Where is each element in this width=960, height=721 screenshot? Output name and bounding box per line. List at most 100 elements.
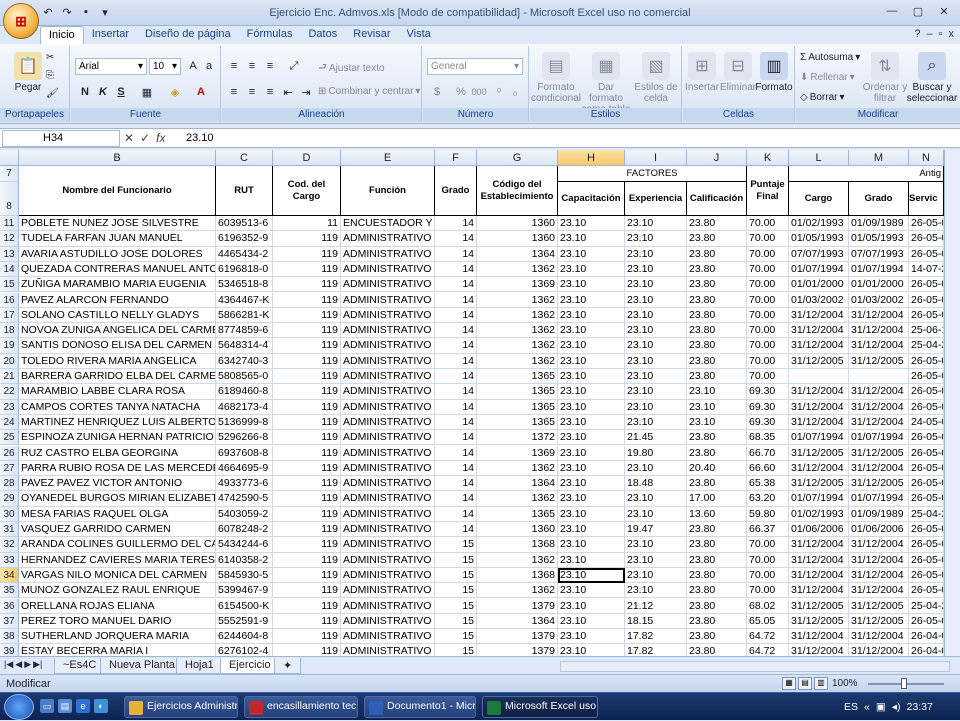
table-cell[interactable]: 23.10 bbox=[558, 445, 625, 461]
table-cell[interactable]: 4465434-2 bbox=[216, 246, 273, 262]
table-cell[interactable]: 23.10 bbox=[558, 644, 625, 656]
table-cell[interactable]: 6244604-8 bbox=[216, 629, 273, 645]
table-cell[interactable]: 119 bbox=[273, 567, 341, 584]
table-cell[interactable]: 23.10 bbox=[625, 323, 687, 339]
table-cell[interactable]: 23.80 bbox=[687, 216, 747, 232]
table-cell[interactable]: 26-05-00 bbox=[909, 277, 944, 293]
table-cell[interactable]: 70.00 bbox=[747, 583, 789, 599]
select-all-corner[interactable] bbox=[0, 150, 19, 166]
table-cell[interactable]: ADMINISTRATIVO bbox=[341, 537, 435, 553]
table-cell[interactable]: 31/12/2004 bbox=[849, 414, 909, 431]
table-cell[interactable]: 70.00 bbox=[747, 231, 789, 247]
table-cell[interactable]: 23.80 bbox=[687, 338, 747, 354]
table-cell[interactable]: 23.10 bbox=[687, 384, 747, 400]
sheet-tab-1[interactable]: Nueva Planta bbox=[100, 658, 185, 674]
table-cell[interactable]: 23.10 bbox=[558, 552, 625, 568]
table-cell[interactable]: 5136999-8 bbox=[216, 414, 273, 431]
table-cell[interactable]: NOVOA ZUNIGA ANGELICA DEL CARMEN bbox=[19, 323, 216, 339]
row-header[interactable]: 19 bbox=[0, 338, 19, 354]
maximize-button[interactable]: ▢ bbox=[906, 3, 930, 19]
table-cell[interactable]: 18.48 bbox=[625, 476, 687, 492]
table-cell[interactable]: 15 bbox=[435, 598, 477, 614]
table-cell[interactable]: ESTAY BECERRA MARIA I bbox=[19, 644, 216, 656]
grow-font-icon[interactable]: A bbox=[185, 58, 201, 74]
table-cell[interactable]: 1362 bbox=[477, 261, 558, 278]
table-cell[interactable]: 01/01/2000 bbox=[789, 277, 849, 293]
table-cell[interactable]: 6196352-9 bbox=[216, 231, 273, 247]
column-header-E[interactable]: E bbox=[341, 150, 435, 166]
page-layout-icon[interactable]: ▤ bbox=[798, 677, 812, 690]
table-cell[interactable]: 119 bbox=[273, 445, 341, 461]
table-cell[interactable]: 01/07/1994 bbox=[849, 430, 909, 446]
table-cell[interactable]: ENCUESTADOR Y C bbox=[341, 216, 435, 232]
sort-filter-button[interactable]: ⇅ Ordenar y filtrar bbox=[862, 52, 908, 104]
row-header[interactable]: 12 bbox=[0, 231, 19, 247]
table-cell[interactable]: ADMINISTRATIVO bbox=[341, 491, 435, 507]
table-cell[interactable]: 66.37 bbox=[747, 522, 789, 538]
table-cell[interactable]: 25-04-29 bbox=[909, 598, 944, 614]
cut-icon[interactable]: ✂ bbox=[46, 52, 54, 63]
office-button[interactable]: ⊞ bbox=[3, 3, 39, 39]
shrink-font-icon[interactable]: a bbox=[201, 58, 217, 74]
table-cell[interactable]: 23.10 bbox=[625, 231, 687, 247]
zoom-slider-knob[interactable] bbox=[901, 678, 907, 689]
table-cell[interactable]: 65.05 bbox=[747, 613, 789, 630]
table-cell[interactable]: 23.10 bbox=[558, 460, 625, 477]
table-cell[interactable]: 26-05-00 bbox=[909, 216, 944, 232]
table-cell[interactable]: 01/07/1994 bbox=[789, 430, 849, 446]
table-cell[interactable]: 5434244-6 bbox=[216, 537, 273, 553]
table-cell[interactable]: 15 bbox=[435, 583, 477, 599]
table-cell[interactable]: 17.00 bbox=[687, 491, 747, 507]
decrease-indent-icon[interactable]: ⇤ bbox=[280, 84, 296, 100]
table-cell[interactable]: 31/12/2005 bbox=[849, 476, 909, 492]
table-cell[interactable]: 31/12/2005 bbox=[789, 445, 849, 461]
table-cell[interactable]: 23.10 bbox=[558, 307, 625, 324]
table-cell[interactable]: 11 bbox=[273, 216, 341, 232]
table-cell[interactable]: 01/02/1993 bbox=[789, 216, 849, 232]
table-cell[interactable]: 70.00 bbox=[747, 216, 789, 232]
table-cell[interactable]: 23.10 bbox=[558, 369, 625, 385]
table-cell[interactable]: 14 bbox=[435, 491, 477, 507]
table-cell[interactable]: 23.10 bbox=[625, 384, 687, 400]
table-cell[interactable]: 01/06/2006 bbox=[789, 522, 849, 538]
table-cell[interactable]: 01/09/1989 bbox=[849, 216, 909, 232]
table-cell[interactable]: 66.70 bbox=[747, 445, 789, 461]
table-cell[interactable]: 23.10 bbox=[625, 414, 687, 431]
table-cell[interactable]: 70.00 bbox=[747, 246, 789, 262]
table-cell[interactable]: 26-05-00 bbox=[909, 522, 944, 538]
table-cell[interactable]: 6196818-0 bbox=[216, 261, 273, 278]
table-cell[interactable]: 1360 bbox=[477, 216, 558, 232]
table-cell[interactable]: 31/12/2004 bbox=[849, 537, 909, 553]
table-cell[interactable]: 6140358-2 bbox=[216, 552, 273, 568]
table-cell[interactable]: 26-05-00 bbox=[909, 231, 944, 247]
table-cell[interactable]: 20.40 bbox=[687, 460, 747, 477]
table-cell[interactable]: 1372 bbox=[477, 430, 558, 446]
table-cell[interactable]: MARAMBIO LABBE CLARA ROSA bbox=[19, 384, 216, 400]
table-cell[interactable]: 31/12/2004 bbox=[789, 552, 849, 568]
table-cell[interactable]: PEREZ TORO MANUEL DARIO bbox=[19, 613, 216, 630]
table-cell[interactable]: QUEZADA CONTRERAS MANUEL ANTONIO bbox=[19, 261, 216, 278]
table-cell[interactable] bbox=[789, 369, 849, 385]
table-cell[interactable]: 23.10 bbox=[558, 353, 625, 369]
table-cell[interactable]: 119 bbox=[273, 644, 341, 656]
table-cell[interactable]: 1362 bbox=[477, 292, 558, 308]
table-cell[interactable]: 1360 bbox=[477, 231, 558, 247]
table-cell[interactable]: 14 bbox=[435, 246, 477, 262]
table-cell[interactable]: 31/12/2004 bbox=[789, 307, 849, 324]
table-cell[interactable]: 25-06-14 bbox=[909, 323, 944, 339]
table-cell[interactable]: ADMINISTRATIVO bbox=[341, 307, 435, 324]
table-cell[interactable]: 23.80 bbox=[687, 476, 747, 492]
fx-icon[interactable]: fx bbox=[156, 131, 165, 145]
table-cell[interactable]: 119 bbox=[273, 277, 341, 293]
table-cell[interactable]: ADMINISTRATIVO bbox=[341, 613, 435, 630]
spreadsheet-grid[interactable]: B C D E F G H I J K L M N 7 8 Nombre del Funcionario RUT… bbox=[0, 150, 960, 656]
table-cell[interactable]: 26-05-00 bbox=[909, 583, 944, 599]
help-icon[interactable]: ? bbox=[914, 28, 920, 40]
table-cell[interactable]: 23.10 bbox=[558, 399, 625, 415]
wrap-text-button[interactable]: ⮐ Ajustar texto bbox=[318, 60, 385, 77]
table-cell[interactable]: ADMINISTRATIVO bbox=[341, 445, 435, 461]
show-desktop-icon[interactable]: ▭ bbox=[40, 699, 54, 713]
table-cell[interactable]: 14 bbox=[435, 384, 477, 400]
table-cell[interactable]: 23.10 bbox=[558, 216, 625, 232]
table-cell[interactable]: 1362 bbox=[477, 323, 558, 339]
